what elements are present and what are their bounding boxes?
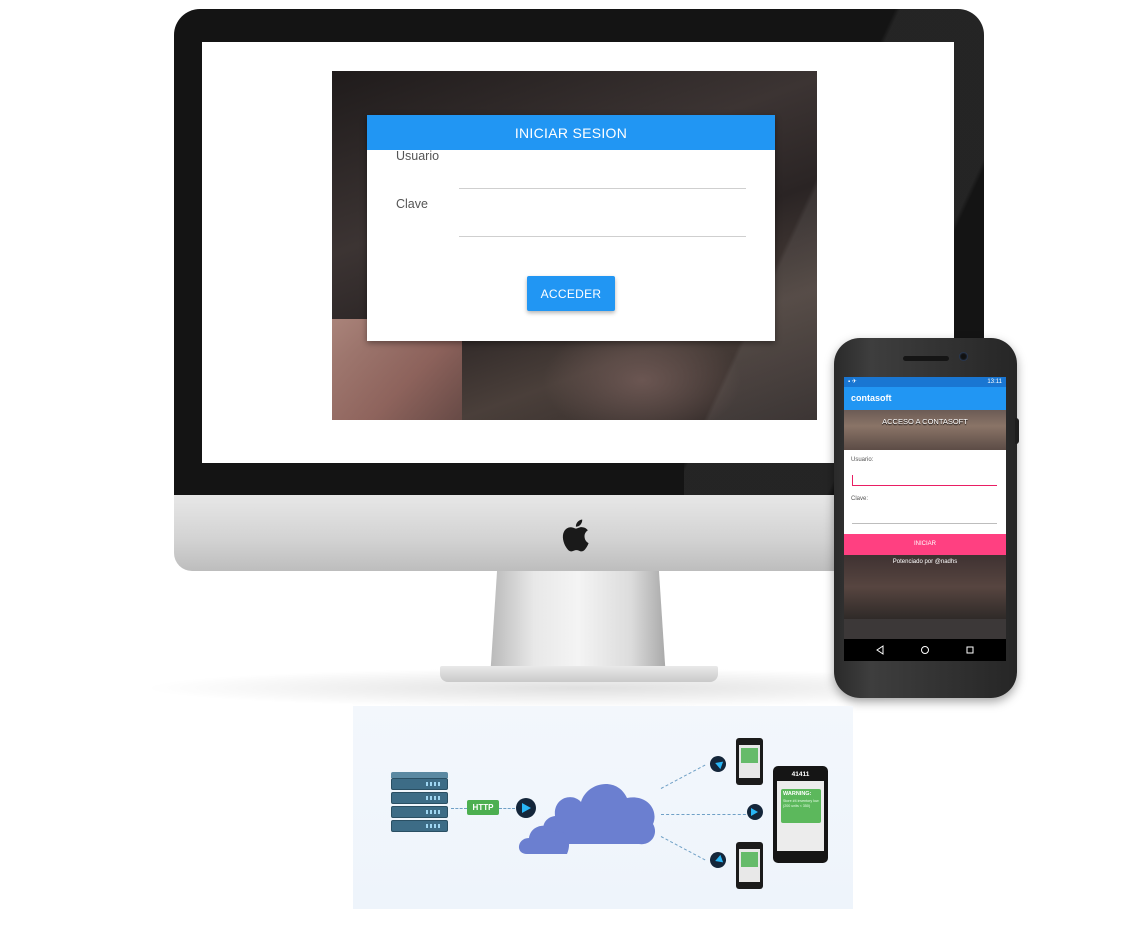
sms-preview [739, 849, 760, 882]
app-bar-title: contasoft [844, 387, 1006, 410]
imac-stand-foot [440, 666, 718, 682]
sms-short-code: 41411 [791, 771, 810, 778]
mobile-device-icon [736, 738, 763, 785]
recents-icon[interactable] [965, 645, 975, 655]
login-header: INICIAR SESION [367, 115, 775, 150]
username-label: Usuario [396, 149, 440, 163]
phone-hero: ACCESO A CONTASOFT [844, 410, 1006, 450]
status-bar: ▪ ✈ 13:11 [844, 377, 1006, 387]
connector-line [451, 808, 467, 809]
phone-screen: ▪ ✈ 13:11 contasoft ACCESO A CONTASOFT U… [844, 377, 1006, 661]
password-label: Clave [396, 197, 428, 211]
phone-password-label: Clave: [851, 496, 869, 502]
server-icon [391, 772, 448, 834]
sms-architecture-diagram: HTTP 41411 WARNING: Store #4 inventory l… [353, 706, 853, 909]
password-input[interactable] [459, 213, 746, 237]
android-phone: ▪ ✈ 13:11 contasoft ACCESO A CONTASOFT U… [834, 338, 1019, 698]
iniciar-button[interactable]: INICIAR [844, 534, 1006, 555]
sms-body: Store #4 inventory low (200 units < 350) [783, 799, 819, 808]
connector-line [499, 808, 515, 809]
arrow-icon [707, 849, 729, 871]
server-unit [391, 806, 448, 818]
android-nav-bar [844, 639, 1006, 661]
sms-title: WARNING: [783, 791, 812, 797]
connector-line [660, 764, 706, 789]
username-input[interactable] [459, 165, 746, 189]
product-showcase: INICIAR SESION Usuario Clave ACCEDER ▪ ✈… [0, 0, 1148, 941]
server-unit [391, 820, 448, 832]
phone-background-photo: Potenciado por @nadhs [844, 555, 1006, 619]
http-badge: HTTP [467, 800, 499, 815]
sms-message-bubble: WARNING: Store #4 inventory low (200 uni… [781, 789, 821, 823]
notification-icons: ▪ ✈ [848, 379, 857, 385]
phone-side-button [1015, 418, 1019, 444]
phone-username-input[interactable] [852, 472, 997, 486]
powered-by-text: Potenciado por @nadhs [892, 559, 958, 565]
mobile-device-icon [736, 842, 763, 889]
desktop-web-app: INICIAR SESION Usuario Clave ACCEDER [332, 71, 817, 420]
acceder-button[interactable]: ACCEDER [527, 276, 615, 311]
phone-hero-title: ACCESO A CONTASOFT [882, 417, 968, 426]
login-card: INICIAR SESION Usuario Clave ACCEDER [367, 115, 775, 341]
phone-password-input[interactable] [852, 510, 997, 524]
arrow-icon [747, 804, 763, 820]
server-unit [391, 778, 448, 790]
phone-camera [959, 352, 968, 361]
home-icon[interactable] [920, 645, 930, 655]
phone-username-label: Usuario: [851, 457, 874, 463]
sms-preview [739, 745, 760, 778]
status-time: 13:11 [987, 379, 1002, 385]
text-cursor [852, 475, 853, 485]
apple-logo-icon [562, 519, 589, 552]
arrow-icon [707, 753, 729, 775]
cloud-icon [518, 784, 656, 854]
connector-line [661, 814, 751, 815]
phone-login-form: Usuario: Clave: [844, 450, 1006, 534]
connector-line [660, 836, 706, 861]
server-unit [391, 792, 448, 804]
phone-speaker [903, 356, 949, 361]
imac-stand-neck [490, 571, 666, 679]
sms-phone-screen: WARNING: Store #4 inventory low (200 uni… [777, 781, 824, 851]
back-icon[interactable] [875, 645, 885, 655]
sms-phone-icon: 41411 WARNING: Store #4 inventory low (2… [773, 766, 828, 863]
